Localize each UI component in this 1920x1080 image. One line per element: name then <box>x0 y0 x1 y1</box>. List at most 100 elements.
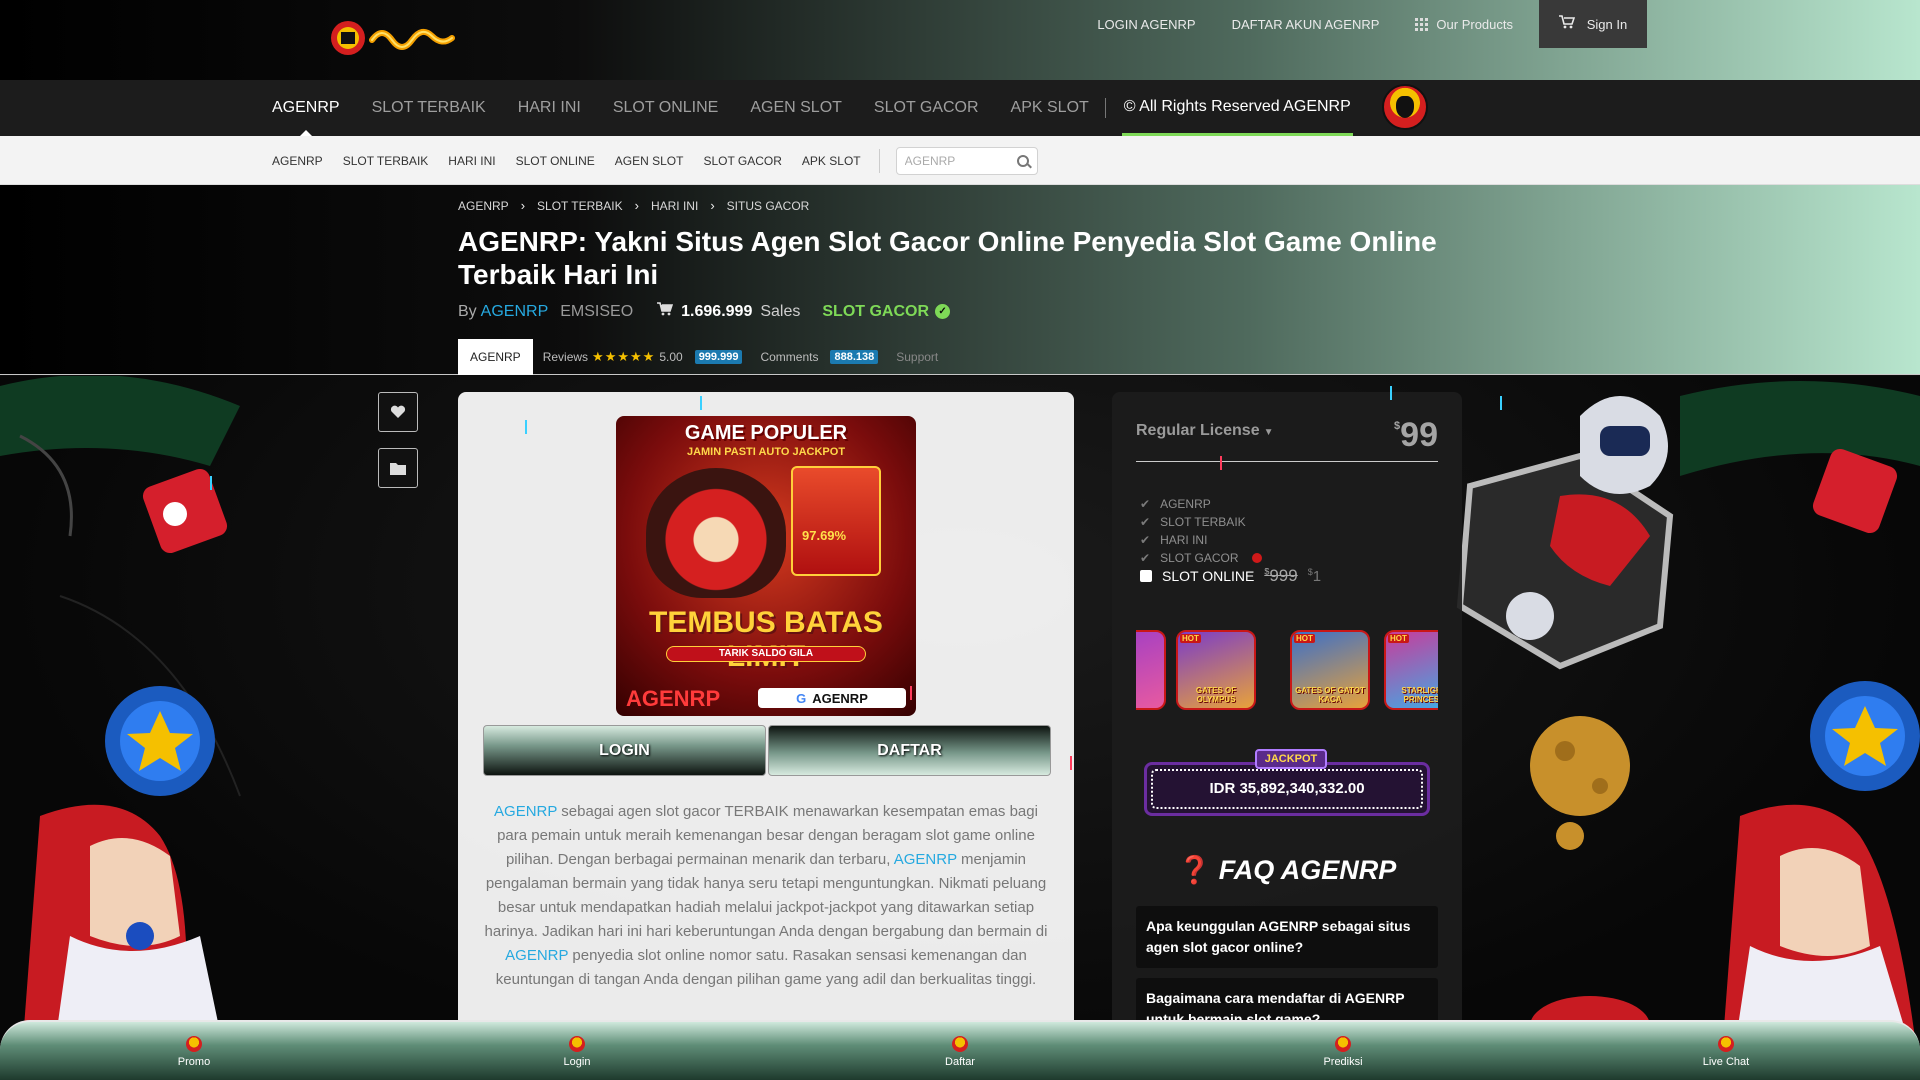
jackpot-label: JACKPOT <box>1255 749 1327 769</box>
license-selector[interactable]: Regular License ▼ $99 <box>1136 416 1438 462</box>
game-promo-banner[interactable]: GAME POPULER JAMIN PASTI AUTO JACKPOT 97… <box>616 416 916 716</box>
banner-subline: JAMIN PASTI AUTO JACKPOT <box>686 446 846 458</box>
login-icon <box>569 1036 585 1052</box>
sparkle <box>525 420 527 434</box>
license-name: Regular License ▼ <box>1136 422 1274 440</box>
sparkle <box>1220 456 1222 470</box>
main-nav-apk-slot[interactable]: APK SLOT <box>1011 80 1089 136</box>
addon-new-price-value: 1 <box>1312 568 1322 585</box>
check-icon: ✔ <box>1140 533 1151 547</box>
sub-nav-hari-ini[interactable]: HARI INI <box>448 154 495 168</box>
cart-icon <box>657 302 674 321</box>
sub-nav-agen-slot[interactable]: AGEN SLOT <box>615 154 684 168</box>
sparkle <box>910 686 912 700</box>
breadcrumb-item[interactable]: HARI INI <box>651 199 698 213</box>
faq-item[interactable]: Apa keunggulan AGENRP sebagai situs agen… <box>1136 906 1438 968</box>
games-carousel: HOT GATES OF OLYMPUS HOT GATES OF GATOT … <box>1136 628 1438 714</box>
nav-divider <box>1104 98 1106 118</box>
license-price-value: 99 <box>1400 416 1438 454</box>
sparkle <box>210 476 212 490</box>
agenrp-link[interactable]: AGENRP <box>505 947 568 964</box>
sign-in-button[interactable]: Sign In <box>1539 0 1647 48</box>
feature-label: AGENRP <box>1160 497 1211 511</box>
login-button[interactable]: LOGIN <box>483 725 766 776</box>
collection-button[interactable] <box>378 448 418 488</box>
bottom-nav-promo[interactable]: Promo <box>134 1036 254 1068</box>
sub-nav-slot-terbaik[interactable]: SLOT TERBAIK <box>343 154 429 168</box>
search-icon[interactable] <box>1016 154 1029 167</box>
sub-nav-apk-slot[interactable]: APK SLOT <box>802 154 861 168</box>
sub-nav-slot-gacor[interactable]: SLOT GACOR <box>703 154 781 168</box>
caret-down-icon: ▼ <box>1263 427 1274 438</box>
addon-label: SLOT ONLINE <box>1162 568 1255 584</box>
description-text: penyedia slot online nomor satu. Rasakan… <box>495 947 1037 988</box>
feature-label: SLOT GACOR <box>1160 551 1239 565</box>
breadcrumb-item[interactable]: SLOT TERBAIK <box>537 199 623 213</box>
main-nav-hari-ini[interactable]: HARI INI <box>518 80 581 136</box>
addon-old-price-value: 999 <box>1269 566 1298 585</box>
sparkle <box>1500 396 1502 410</box>
sub-nav-agenrp[interactable]: AGENRP <box>272 154 323 168</box>
feature-label: SLOT TERBAIK <box>1160 515 1246 529</box>
game-title: GATES OF GATOT KACA <box>1295 686 1365 704</box>
star-rating-icon: ★★★★★ <box>592 349 656 364</box>
addon-checkbox[interactable] <box>1140 570 1152 582</box>
banner-brand-box: G AGENRP <box>758 688 906 708</box>
banner-headline: GAME POPULER <box>684 422 848 444</box>
game-card-image <box>791 466 881 576</box>
login-agenrp-link[interactable]: LOGIN AGENRP <box>1097 17 1195 32</box>
banner-rtp: 97.69% <box>802 528 847 543</box>
daftar-button[interactable]: DAFTAR <box>768 725 1051 776</box>
cart-icon <box>1558 15 1575 33</box>
bottom-nav-label: Login <box>563 1056 591 1068</box>
wishlist-button[interactable] <box>378 392 418 432</box>
tab-agenrp[interactable]: AGENRP <box>458 339 533 375</box>
faq-title: ❓ FAQ AGENRP <box>1112 854 1462 886</box>
rights-reserved-link[interactable]: © All Rights Reserved AGENRP <box>1121 80 1353 136</box>
info-icon[interactable] <box>1251 553 1262 563</box>
agenrp-link[interactable]: AGENRP <box>894 851 957 868</box>
check-icon: ✔ <box>1140 551 1151 565</box>
comments-label: Comments <box>760 350 819 364</box>
tab-comments[interactable]: Comments 888.138 <box>760 350 879 364</box>
slot-gacor-label: SLOT GACOR <box>822 302 930 320</box>
breadcrumb-item[interactable]: AGENRP <box>458 199 509 213</box>
decorative-casino-art-right <box>1456 381 1920 1080</box>
sales-info: 1.696.999 Sales <box>657 302 800 321</box>
sales-label: Sales <box>760 302 801 320</box>
tab-reviews[interactable]: Reviews ★★★★★ 5.00 999.999 <box>543 349 743 365</box>
bottom-nav-daftar[interactable]: Daftar <box>900 1036 1020 1068</box>
game-tile-partial[interactable] <box>1136 630 1166 710</box>
rating-value: 5.00 <box>659 350 683 364</box>
bottom-nav-label: Live Chat <box>1702 1056 1750 1068</box>
game-tile-gates-of-gatot-kaca[interactable]: HOT GATES OF GATOT KACA <box>1290 630 1370 710</box>
game-tile-starlight-princess[interactable]: HOT STARLIGHT PRINCESS <box>1384 630 1438 710</box>
site-logo[interactable] <box>330 18 460 60</box>
bottom-nav-login[interactable]: Login <box>517 1036 637 1068</box>
search-input[interactable] <box>904 153 1005 168</box>
sign-in-label: Sign In <box>1586 16 1628 32</box>
bottom-nav-prediksi[interactable]: Prediksi <box>1283 1036 1403 1068</box>
folder-icon <box>390 462 406 475</box>
prediksi-icon <box>1335 1036 1351 1052</box>
main-nav-slot-terbaik[interactable]: SLOT TERBAIK <box>372 80 486 136</box>
game-title: GATES OF OLYMPUS <box>1195 686 1237 704</box>
sparkle <box>1070 756 1072 770</box>
main-nav-slot-online[interactable]: SLOT ONLINE <box>613 80 719 136</box>
bottom-nav-label: Promo <box>177 1056 211 1068</box>
daftar-akun-link[interactable]: DAFTAR AKUN AGENRP <box>1232 17 1380 32</box>
google-icon: G <box>796 690 807 706</box>
author-link[interactable]: AGENRP <box>481 303 549 321</box>
main-nav-slot-gacor[interactable]: SLOT GACOR <box>874 80 979 136</box>
main-nav-agenrp[interactable]: AGENRP <box>272 80 340 136</box>
our-products-link[interactable]: Our Products <box>1415 17 1513 32</box>
main-nav-agen-slot[interactable]: AGEN SLOT <box>750 80 842 136</box>
breadcrumb-item[interactable]: SITUS GACOR <box>727 199 810 213</box>
license-features: ✔ AGENRP ✔ SLOT TERBAIK ✔ HARI INI ✔ SLOT GA… <box>1140 495 1262 567</box>
agenrp-link[interactable]: AGENRP <box>494 803 557 820</box>
bottom-nav-live-chat[interactable]: Live Chat <box>1666 1036 1786 1068</box>
game-tile-gates-of-olympus[interactable]: HOT GATES OF OLYMPUS <box>1176 630 1256 710</box>
sub-nav-slot-online[interactable]: SLOT ONLINE <box>516 154 595 168</box>
avatar[interactable] <box>1382 84 1428 130</box>
tab-support[interactable]: Support <box>896 350 938 364</box>
